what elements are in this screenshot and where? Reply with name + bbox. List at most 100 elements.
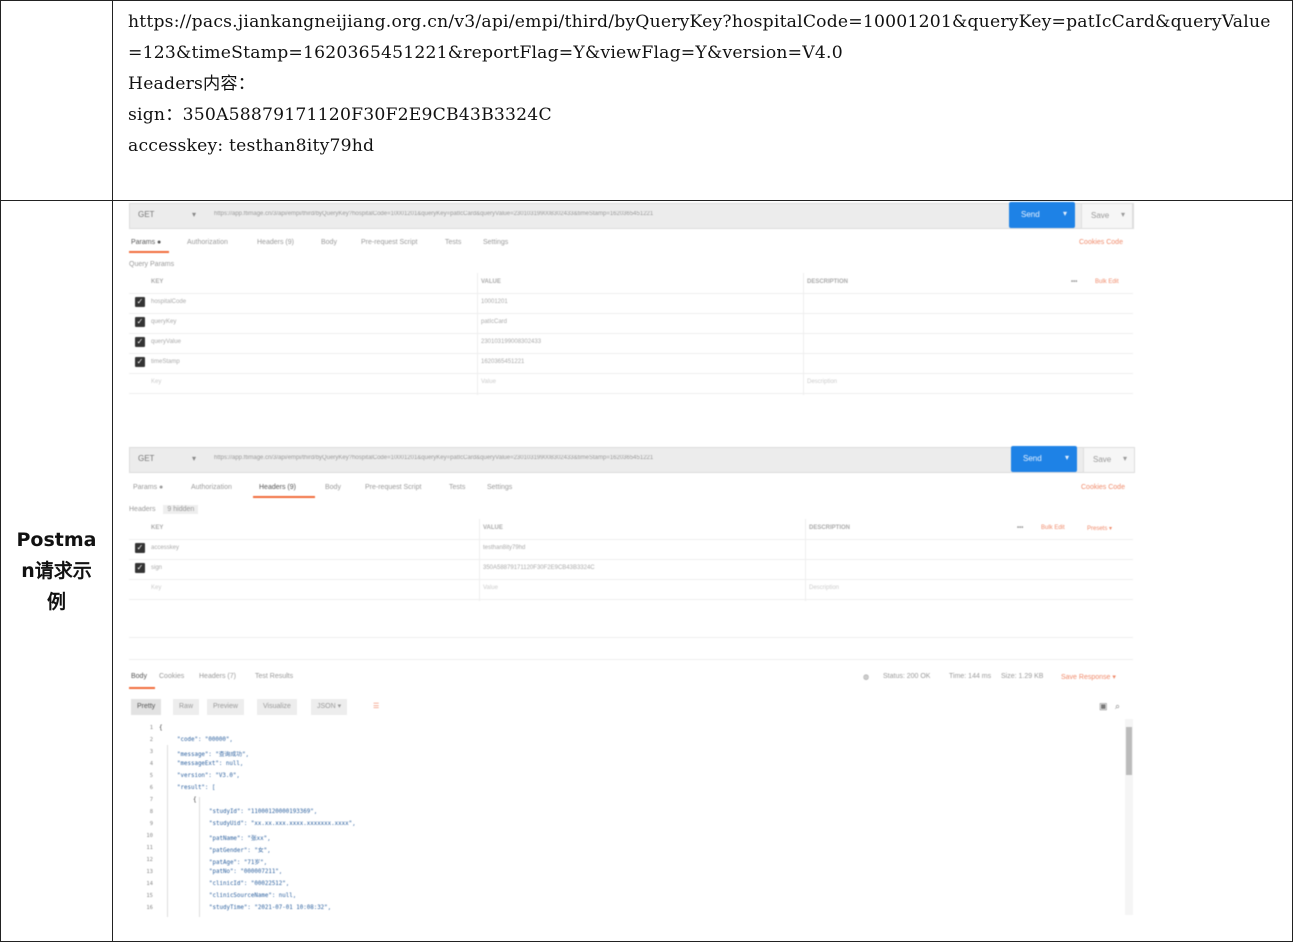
request2-url-bar[interactable]: GET ▾ https://app.ftimage.cn/3/api/empi/…: [129, 447, 1134, 473]
request2-method[interactable]: GET: [138, 454, 154, 463]
more-icon[interactable]: •••: [1017, 525, 1023, 531]
request1-save-button[interactable]: Save ▾: [1081, 203, 1133, 229]
tab-headers[interactable]: Headers (9): [259, 484, 296, 491]
param-value[interactable]: 10001201: [481, 299, 508, 305]
headers-heading: Headers内容：: [128, 74, 256, 94]
tab-test-results[interactable]: Test Results: [255, 673, 293, 680]
line-number: 5: [149, 773, 153, 779]
header-value[interactable]: testhan8ity79hd: [483, 545, 525, 551]
param-key[interactable]: queryValue: [151, 339, 181, 345]
request1-send-button[interactable]: Send ▾: [1009, 202, 1075, 228]
request1-url-bar[interactable]: GET ▾ https://app.ftimage.cn/3/api/empi/…: [129, 203, 1134, 229]
param-value[interactable]: 230103199008302433: [481, 339, 541, 345]
param-key[interactable]: timeStamp: [151, 359, 180, 365]
tab-body[interactable]: Body: [325, 484, 341, 491]
bulk-edit-link[interactable]: Bulk Edit: [1095, 279, 1119, 285]
tab-settings[interactable]: Settings: [487, 484, 512, 491]
scrollbar-thumb[interactable]: [1126, 727, 1132, 775]
accesskey-line: accesskey: testhan8ity79hd: [128, 136, 375, 156]
line-number: 1: [149, 725, 153, 731]
json-format-dropdown[interactable]: JSON ▾: [311, 699, 348, 715]
param-value[interactable]: 1620365451221: [481, 359, 524, 365]
tab-params[interactable]: Params ●: [133, 484, 163, 491]
request1-cookies-code[interactable]: Cookies Code: [1079, 239, 1123, 246]
pretty-button[interactable]: Pretty: [131, 699, 162, 715]
header-key[interactable]: accesskey: [151, 545, 179, 551]
key-placeholder[interactable]: Key: [151, 379, 161, 385]
tab-tests[interactable]: Tests: [449, 484, 465, 491]
wrap-lines-icon[interactable]: ☰: [367, 699, 385, 715]
checkbox[interactable]: ✓: [135, 563, 145, 573]
code-line: "message": "查询成功",: [177, 752, 250, 758]
tab-response-body[interactable]: Body: [131, 673, 147, 680]
value-placeholder[interactable]: Value: [483, 585, 498, 591]
postman-screenshot: GET ▾ https://app.ftimage.cn/3/api/empi/…: [113, 201, 1292, 941]
checkbox[interactable]: ✓: [135, 297, 145, 307]
key-column-header: KEY: [151, 525, 164, 531]
tab-headers[interactable]: Headers (9): [257, 239, 294, 246]
code-line: "patAge": "71岁",: [209, 860, 268, 866]
code-line: "clinicId": "00022512",: [209, 881, 290, 887]
param-key[interactable]: hospitalCode: [151, 299, 186, 305]
checkbox[interactable]: ✓: [135, 337, 145, 347]
code-line: "result": [: [177, 785, 216, 791]
param-key[interactable]: queryKey: [151, 319, 176, 325]
table-row: ✓ queryValue 230103199008302433: [129, 333, 1133, 354]
tab-body[interactable]: Body: [321, 239, 337, 246]
description-placeholder[interactable]: Description: [809, 585, 839, 591]
bulk-edit-link[interactable]: Bulk Edit: [1041, 525, 1065, 531]
raw-button[interactable]: Raw: [173, 699, 200, 715]
tab-pre-request-script[interactable]: Pre-request Script: [361, 239, 417, 246]
copy-icon[interactable]: ▣: [1099, 701, 1108, 712]
param-value[interactable]: patIcCard: [481, 319, 507, 325]
line-number: 7: [149, 797, 153, 803]
tab-settings[interactable]: Settings: [483, 239, 508, 246]
value-placeholder[interactable]: Value: [481, 379, 496, 385]
globe-icon[interactable]: ◍: [863, 673, 869, 681]
visualize-button[interactable]: Visualize: [257, 699, 297, 715]
search-icon[interactable]: ⌕: [1115, 701, 1120, 712]
document-table: https://pacs.jiankangneijiang.org.cn/v3/…: [0, 0, 1293, 942]
tab-response-cookies[interactable]: Cookies: [159, 673, 184, 680]
more-icon[interactable]: •••: [1071, 279, 1077, 285]
header-key[interactable]: sign: [151, 565, 162, 571]
tab-pre-request-script[interactable]: Pre-request Script: [365, 484, 421, 491]
line-number: 10: [146, 833, 153, 839]
request1-url[interactable]: https://app.ftimage.cn/3/api/empi/third/…: [214, 211, 1123, 217]
key-placeholder[interactable]: Key: [151, 585, 161, 591]
response-json-viewer[interactable]: 1 { 2 "code": "00000", 3 "message": "查询成…: [135, 725, 1135, 917]
chevron-down-icon: ▾: [1122, 454, 1127, 463]
code-line: "patName": "张xx",: [209, 836, 271, 842]
hidden-headers-toggle[interactable]: 9 hidden: [163, 505, 199, 514]
description-placeholder[interactable]: Description: [807, 379, 837, 385]
postman-example-label: Postman请求示例: [16, 528, 97, 613]
tab-tests[interactable]: Tests: [445, 239, 461, 246]
table-row: ✓ accesskey testhan8ity79hd: [129, 539, 1133, 560]
send-label: Send: [1023, 454, 1042, 463]
code-line: "studyUid": "xx.xx.xxx.xxxx.xxxxxxx.xxxx…: [209, 821, 356, 827]
chevron-down-icon: ▾: [1064, 453, 1069, 462]
checkbox[interactable]: ✓: [135, 357, 145, 367]
request-info-text: https://pacs.jiankangneijiang.org.cn/v3/…: [113, 1, 1292, 162]
header-value[interactable]: 350A58879171120F30F2E9CB43B3324C: [483, 565, 595, 571]
query-params-table: KEY VALUE DESCRIPTION ••• Bulk Edit ✓ ho…: [129, 273, 1133, 395]
request2-send-button[interactable]: Send ▾: [1011, 446, 1077, 472]
presets-dropdown[interactable]: Presets ▾: [1087, 525, 1112, 532]
save-response-button[interactable]: Save Response ▾: [1061, 673, 1116, 681]
scrollbar[interactable]: [1125, 719, 1133, 915]
save-label: Save: [1091, 211, 1110, 220]
preview-button[interactable]: Preview: [207, 699, 244, 715]
tab-params[interactable]: Params ●: [131, 239, 161, 246]
checkbox[interactable]: ✓: [135, 317, 145, 327]
request2-url[interactable]: https://app.ftimage.cn/3/api/empi/third/…: [214, 455, 1123, 461]
request1-method[interactable]: GET: [138, 210, 154, 219]
chevron-down-icon: ▾: [1120, 210, 1125, 219]
tab-response-headers[interactable]: Headers (7): [199, 673, 236, 680]
response-size: Size: 1.29 KB: [1001, 673, 1044, 680]
tab-authorization[interactable]: Authorization: [187, 239, 228, 246]
request2-cookies-code[interactable]: Cookies Code: [1081, 484, 1125, 491]
request2-save-button[interactable]: Save ▾: [1083, 447, 1135, 473]
checkbox[interactable]: ✓: [135, 543, 145, 553]
tab-authorization[interactable]: Authorization: [191, 484, 232, 491]
active-tab-underline: [129, 687, 155, 689]
